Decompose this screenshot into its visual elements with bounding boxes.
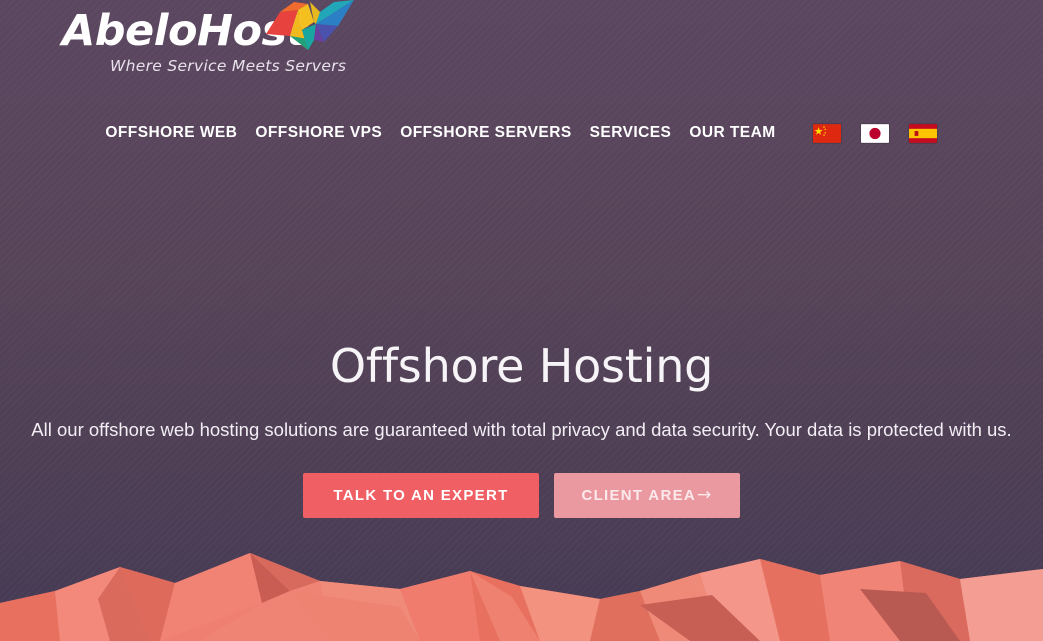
nav-item-offshore-web[interactable]: OFFSHORE WEB: [96, 124, 246, 142]
language-flag-switcher: [803, 123, 947, 143]
nav-item-offshore-servers[interactable]: OFFSHORE SERVERS: [391, 124, 580, 142]
nav-item-our-team[interactable]: OUR TEAM: [680, 124, 784, 142]
talk-to-an-expert-button[interactable]: TALK TO AN EXPERT: [303, 472, 539, 518]
flag-spain-icon[interactable]: [908, 123, 937, 143]
lowpoly-mountain-illustration: [0, 553, 1043, 641]
nav-item-services[interactable]: SERVICES: [581, 124, 681, 142]
origami-butterfly-icon: [266, 0, 354, 50]
flag-china-icon[interactable]: [812, 123, 841, 143]
client-area-button[interactable]: CLIENT AREA →: [554, 472, 740, 518]
client-area-label: CLIENT AREA: [581, 486, 697, 504]
page-title: Offshore Hosting: [329, 339, 714, 393]
hero-section: Offshore Hosting All our offshore web ho…: [0, 340, 1043, 518]
nav-item-offshore-vps[interactable]: OFFSHORE VPS: [246, 124, 391, 142]
main-navigation: OFFSHORE WEB OFFSHORE VPS OFFSHORE SERVE…: [0, 119, 1043, 147]
hero-cta-row: TALK TO AN EXPERT CLIENT AREA →: [0, 472, 1043, 518]
flag-japan-icon[interactable]: [860, 123, 889, 143]
site-logo[interactable]: AbeloHost Where Service Meets Servers: [62, 0, 362, 82]
arrow-right-icon: →: [697, 484, 713, 505]
hero-page: AbeloHost Where Service Meets Servers OF…: [0, 0, 1043, 641]
hero-subtitle: All our offshore web hosting solutions a…: [31, 418, 1012, 440]
logo-tagline: Where Service Meets Servers: [110, 57, 347, 75]
